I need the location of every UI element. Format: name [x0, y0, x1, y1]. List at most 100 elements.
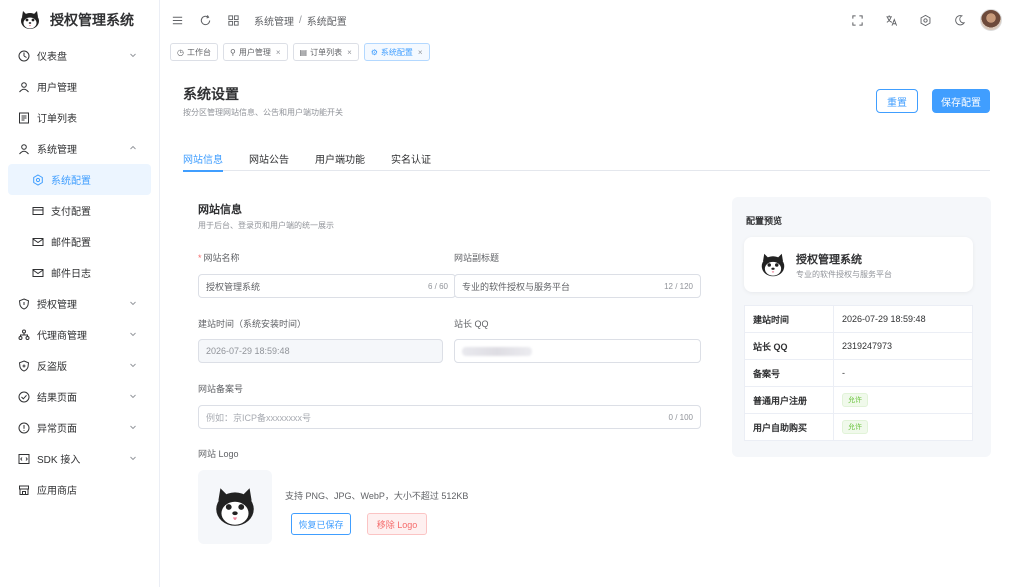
tab-real-name[interactable]: 实名认证 [391, 151, 431, 171]
sidebar-item-label: 反盗版 [37, 362, 67, 373]
tab-user-features[interactable]: 用户端功能 [315, 151, 365, 171]
restore-saved-button[interactable]: 恢复已保存 [291, 513, 351, 535]
sidebar-item-license[interactable]: 授权管理 [0, 288, 159, 319]
settings-icon[interactable] [918, 13, 932, 27]
sidebar-item-payment-config[interactable]: 支付配置 [0, 195, 159, 226]
owner-qq-input[interactable] [454, 339, 701, 363]
site-name-label: * 网站名称 [198, 251, 240, 264]
tab-site-info[interactable]: 网站信息 [183, 151, 223, 172]
sidebar-item-app-store[interactable]: 应用商店 [0, 474, 159, 505]
preview-key: 建站时间 [744, 305, 834, 333]
tag-orders[interactable]: ▤ 订单列表 × [292, 43, 359, 61]
grid-icon[interactable] [226, 13, 240, 27]
close-icon[interactable]: × [276, 48, 281, 57]
site-subtitle-value: 专业的软件授权与服务平台 [462, 281, 571, 292]
menu-fold-icon[interactable] [170, 13, 184, 27]
code-icon [18, 453, 30, 465]
dashboard-icon: ◷ [177, 47, 184, 57]
mail-icon [32, 236, 44, 248]
translate-icon[interactable] [884, 13, 898, 27]
shield-icon [18, 297, 30, 310]
tag-label: 系统配置 [380, 47, 413, 57]
sidebar-item-label: 系统配置 [51, 176, 91, 187]
gear-icon [32, 173, 44, 186]
sidebar-item-users[interactable]: 用户管理 [0, 71, 159, 102]
chevron-down-icon [130, 425, 136, 430]
dark-mode-icon[interactable] [952, 13, 966, 27]
site-subtitle-count: 12 / 120 [664, 281, 693, 291]
dog-logo-icon [761, 253, 785, 277]
sidebar-item-label: 代理商管理 [37, 331, 87, 342]
sidebar-item-dashboard[interactable]: 仪表盘 [0, 40, 159, 71]
chevron-down-icon [130, 363, 136, 368]
sidebar-item-agents[interactable]: 代理商管理 [0, 319, 159, 350]
config-preview: 配置预览 授权管理系统 专业的软件授权与服务平台 建站时间 2026-07-29… [732, 197, 991, 457]
store-icon [18, 484, 30, 496]
user-icon [18, 81, 30, 93]
logo-preview[interactable] [198, 470, 272, 544]
table-row: 站长 QQ 2319247973 [744, 332, 973, 360]
sidebar-item-antipiracy[interactable]: 反盗版 [0, 350, 159, 381]
sidebar-item-mail-config[interactable]: 邮件配置 [0, 226, 159, 257]
preview-title: 配置预览 [746, 216, 783, 226]
user-icon: ⚲ [229, 47, 236, 57]
tab-announcement[interactable]: 网站公告 [249, 151, 289, 171]
dashboard-icon [18, 50, 30, 62]
table-row: 普通用户注册 允许 [744, 386, 973, 414]
save-config-button[interactable]: 保存配置 [932, 89, 990, 113]
chevron-down-icon [130, 301, 136, 306]
sidebar-item-system[interactable]: 系统管理 [0, 133, 159, 164]
tag-label: 用户管理 [238, 47, 271, 57]
site-subtitle-label: 网站副标题 [454, 253, 500, 263]
sidebar-item-system-config[interactable]: 系统配置 [8, 164, 151, 195]
preview-key: 备案号 [744, 359, 834, 387]
shield-icon [18, 359, 30, 372]
top-bar: 系统管理 / 系统配置 [160, 0, 1024, 40]
close-icon[interactable]: × [418, 48, 423, 57]
app-window: 授权管理系统 仪表盘 用户管理 订单列表 系统管理 系统配置 支付配置 邮件配置… [0, 0, 1024, 587]
avatar[interactable] [980, 9, 1002, 31]
refresh-icon[interactable] [198, 13, 212, 27]
icp-placeholder: 例如：京ICP备xxxxxxxx号 [206, 412, 312, 423]
chevron-down-icon [130, 456, 136, 461]
icp-input[interactable]: 例如：京ICP备xxxxxxxx号 0 / 100 [198, 405, 701, 429]
build-time-input: 2026-07-29 18:59:48 [198, 339, 443, 363]
sidebar-item-orders[interactable]: 订单列表 [0, 102, 159, 133]
site-name-input[interactable]: 授权管理系统 6 / 60 [198, 274, 456, 298]
owner-qq-label: 站长 QQ [454, 319, 489, 329]
preview-value: - [833, 359, 973, 387]
brand[interactable]: 授权管理系统 [0, 0, 159, 40]
sidebar-item-mail-log[interactable]: 邮件日志 [0, 257, 159, 288]
table-row: 建站时间 2026-07-29 18:59:48 [744, 305, 973, 333]
chevron-down-icon [130, 394, 136, 399]
tag-workbench[interactable]: ◷ 工作台 [170, 43, 218, 61]
remove-logo-button[interactable]: 移除 Logo [367, 513, 427, 535]
breadcrumb: 系统管理 / 系统配置 [254, 13, 347, 28]
sidebar-item-label: 邮件配置 [51, 238, 91, 249]
user-icon [18, 143, 30, 155]
breadcrumb-parent[interactable]: 系统管理 [254, 13, 294, 28]
preview-value: 2319247973 [833, 332, 973, 360]
reset-button[interactable]: 重置 [876, 89, 918, 113]
table-row: 备案号 - [744, 359, 973, 387]
tag-system-config[interactable]: ⚙ 系统配置 × [363, 43, 430, 61]
sidebar-item-sdk[interactable]: SDK 接入 [0, 443, 159, 474]
sidebar-item-error-pages[interactable]: 异常页面 [0, 412, 159, 443]
warning-circle-icon [18, 422, 30, 434]
site-subtitle-input[interactable]: 专业的软件授权与服务平台 12 / 120 [454, 274, 701, 298]
preview-value-cell: 允许 [833, 413, 973, 441]
preview-value-cell: 允许 [833, 386, 973, 414]
fullscreen-icon[interactable] [850, 13, 864, 27]
preview-site-name: 授权管理系统 [796, 254, 862, 266]
site-name-value: 授权管理系统 [206, 281, 261, 292]
required-mark: * [198, 253, 202, 263]
site-info-form: 网站信息 用于后台、登录页和用户端的统一展示 * 网站名称 授权管理系统 6 / … [183, 186, 731, 566]
close-icon[interactable]: × [347, 48, 352, 57]
sidebar-item-label: 仪表盘 [37, 52, 67, 63]
tag-users[interactable]: ⚲ 用户管理 × [222, 43, 288, 61]
table-row: 用户自助购买 允许 [744, 413, 973, 441]
logo-hint: 支持 PNG、JPG、WebP，大小不超过 512KB [285, 491, 469, 501]
sidebar-item-result-pages[interactable]: 结果页面 [0, 381, 159, 412]
dog-logo-icon [216, 488, 254, 526]
icp-count: 0 / 100 [668, 412, 693, 422]
